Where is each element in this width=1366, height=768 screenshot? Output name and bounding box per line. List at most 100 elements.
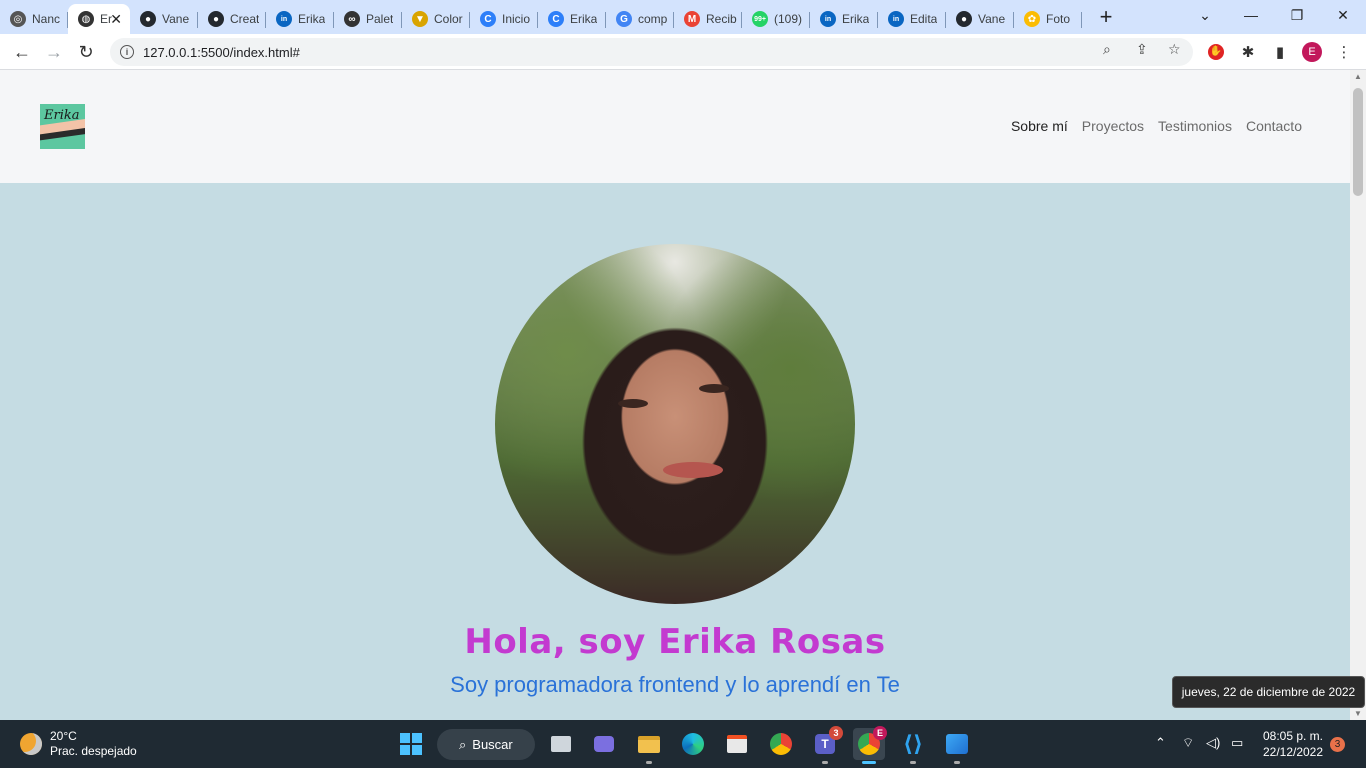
extensions-icon[interactable]: ✱ (1238, 42, 1258, 62)
nav-link-contacto[interactable]: Contacto (1246, 118, 1302, 134)
browser-tab[interactable]: ✿ Foto (1014, 4, 1082, 34)
scrollbar-thumb[interactable] (1353, 88, 1363, 196)
browser-tab[interactable]: in Edita (878, 4, 946, 34)
teams-badge: 3 (829, 726, 843, 740)
address-bar[interactable]: i 127.0.0.1:5500/index.html# (110, 38, 1193, 66)
page-scrollbar[interactable]: ▲ ▼ (1350, 70, 1366, 720)
tab-label: comp (638, 12, 668, 26)
tab-label: Erika (298, 12, 326, 26)
side-panel-icon[interactable]: ▮ (1270, 42, 1290, 62)
chrome-profile-icon[interactable]: E (853, 726, 887, 764)
edge-icon[interactable] (677, 728, 709, 760)
linkedin-icon: in (888, 11, 904, 27)
browser-menu-icon[interactable]: ⋮ (1334, 42, 1354, 62)
file-explorer-icon[interactable] (633, 728, 665, 764)
tab-label: (109) (774, 12, 803, 26)
globe-icon: ◍ (78, 11, 94, 27)
site-nav: Sobre mí Proyectos Testimonios Contacto (1011, 118, 1302, 134)
browser-tab[interactable]: ∞ Palet (334, 4, 402, 34)
taskbar: 20°C Prac. despejado ⌕ Buscar T 3 E ⟨⟩ ⌃… (0, 720, 1366, 768)
close-window-button[interactable]: ✕ (1320, 0, 1366, 30)
tab-label: Nanc (32, 12, 61, 26)
github-icon: ● (956, 11, 972, 27)
url-text: 127.0.0.1:5500/index.html# (143, 44, 300, 60)
github-icon: ● (140, 11, 156, 27)
site-logo[interactable]: Erika (40, 104, 85, 149)
meet-chat-icon[interactable] (588, 728, 620, 760)
tab-strip: ◎ Nanc ◍ Er ✕ ● Vane ● Creat in Erika ∞ Palet ▼ Color C… (0, 0, 1366, 34)
volume-icon[interactable]: ◁) (1206, 735, 1220, 751)
tab-label: Foto (1046, 12, 1071, 26)
teams-icon[interactable]: T 3 (809, 726, 843, 764)
github-icon: ● (208, 11, 224, 27)
share-icon[interactable]: ⇪ (1136, 41, 1148, 58)
tab-label: Erika (842, 12, 870, 26)
browser-tab[interactable]: ◍ Er ✕ (68, 4, 130, 34)
nav-link-proyectos[interactable]: Proyectos (1082, 118, 1144, 134)
browser-tab[interactable]: Gcomp (606, 4, 674, 34)
zoom-icon[interactable]: ⌕ (1103, 41, 1111, 58)
back-button[interactable]: ← (9, 39, 35, 65)
page-viewport: Erika Sobre mí Proyectos Testimonios Contac… (0, 70, 1350, 720)
new-tab-button[interactable]: + (1088, 4, 1124, 30)
minimize-button[interactable]: — (1228, 0, 1274, 30)
browser-tab[interactable]: ◎ Nanc (0, 4, 68, 34)
tab-label: Inicio (502, 12, 531, 26)
date-tooltip: jueves, 22 de diciembre de 2022 (1172, 676, 1365, 708)
browser-tab[interactable]: 99+ (109) (742, 4, 810, 34)
task-view-icon[interactable] (545, 728, 577, 760)
photos-app-icon[interactable] (941, 728, 973, 764)
clock-date: 22/12/2022 (1262, 745, 1324, 759)
photo-eye-right (699, 384, 729, 393)
browser-tab[interactable]: C Inicio (470, 4, 538, 34)
wifi-icon[interactable]: ⌔ (1182, 735, 1194, 751)
profile-avatar[interactable]: E (1302, 42, 1322, 62)
tab-label: Erika (570, 12, 598, 26)
start-button[interactable] (395, 728, 427, 760)
link-icon: ∞ (344, 11, 360, 27)
restore-button[interactable]: ❐ (1274, 0, 1320, 30)
tray-overflow-icon[interactable]: ⌃ (1155, 735, 1166, 751)
nav-link-testimonios[interactable]: Testimonios (1158, 118, 1232, 134)
browser-tab[interactable]: C Erika (538, 4, 606, 34)
chrome-icon[interactable] (765, 728, 797, 760)
notification-badge[interactable]: 3 (1330, 737, 1345, 752)
tab-label: Vane (162, 12, 190, 26)
browser-tab[interactable]: ● Creat (198, 4, 266, 34)
browser-tab[interactable]: ● Vane (946, 4, 1014, 34)
tab-label: Edita (910, 12, 938, 26)
bookmark-star-icon[interactable]: ☆ (1168, 41, 1181, 58)
browser-tab[interactable]: M Recib (674, 4, 742, 34)
profile-photo (495, 244, 855, 604)
browser-toolbar: ← → ↻ i 127.0.0.1:5500/index.html# ⌕ ⇪ ☆… (0, 34, 1366, 70)
search-icon: ⌕ (459, 736, 467, 752)
hero-subtitle: Soy programadora frontend y lo aprendí e… (450, 672, 900, 697)
close-tab-icon[interactable]: ✕ (110, 11, 122, 28)
browser-tab[interactable]: ▼ Color (402, 4, 470, 34)
site-info-icon[interactable]: i (120, 45, 134, 59)
canva-icon: C (548, 11, 564, 27)
photo-smile (663, 462, 723, 478)
colors-icon: ▼ (412, 11, 428, 27)
taskbar-clock[interactable]: 08:05 p. m. 22/12/2022 (1258, 728, 1328, 760)
taskbar-search[interactable]: ⌕ Buscar (437, 729, 535, 760)
forward-button[interactable]: → (41, 39, 67, 65)
battery-icon[interactable]: ▭ (1231, 735, 1243, 751)
adblock-extension-icon[interactable]: ✋ (1206, 42, 1226, 62)
nancy-icon: ◎ (10, 11, 26, 27)
scroll-down-arrow[interactable]: ▼ (1354, 709, 1362, 718)
browser-tab[interactable]: in Erika (266, 4, 334, 34)
logo-text: Erika (44, 108, 80, 123)
nav-link-sobre-m-[interactable]: Sobre mí (1011, 118, 1068, 134)
reload-button[interactable]: ↻ (73, 39, 99, 65)
profile-initial: E (1302, 42, 1322, 62)
tab-label: Vane (978, 12, 1006, 26)
tab-search-icon[interactable]: ⌄ (1182, 0, 1228, 30)
weather-widget[interactable]: 20°C Prac. despejado (20, 729, 137, 759)
ms-store-icon[interactable] (721, 728, 753, 760)
browser-tab[interactable]: in Erika (810, 4, 878, 34)
browser-tab[interactable]: ● Vane (130, 4, 198, 34)
scroll-up-arrow[interactable]: ▲ (1354, 72, 1362, 81)
vscode-icon[interactable]: ⟨⟩ (897, 728, 929, 764)
chrome-profile-badge: E (873, 726, 887, 740)
